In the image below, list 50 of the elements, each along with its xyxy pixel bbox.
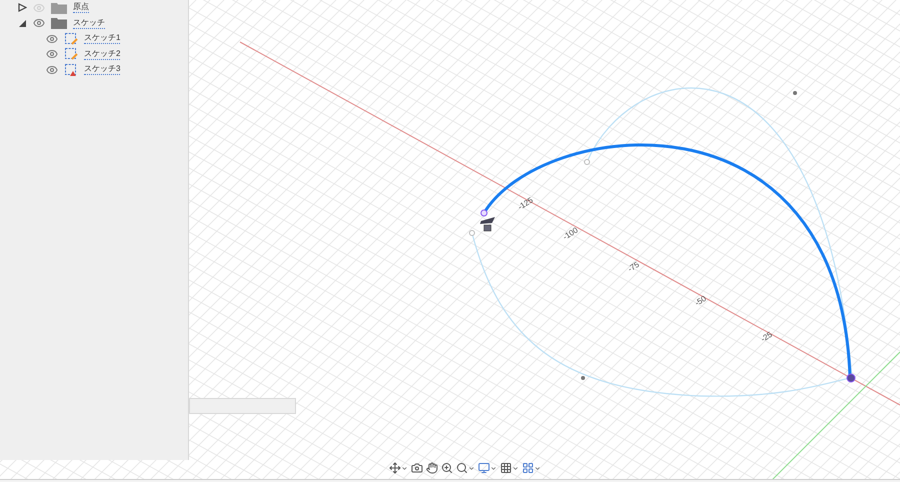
- toolbar-button[interactable]: [389, 462, 408, 474]
- point-marker: [793, 91, 797, 95]
- tree-item-label[interactable]: スケッチ1: [84, 33, 120, 44]
- layout-grid-icon: [522, 462, 534, 474]
- camera-icon: [411, 462, 423, 474]
- eye-icon[interactable]: [46, 48, 58, 60]
- caret-icon: [512, 464, 519, 472]
- endpoint-marker: [480, 210, 488, 216]
- toolbar-button[interactable]: [426, 462, 438, 474]
- caret-icon: [401, 464, 408, 472]
- monitor-icon: [478, 462, 490, 474]
- axis-label: -75: [626, 260, 641, 274]
- expanded-triangle-icon[interactable]: [18, 18, 27, 28]
- toolbar-button[interactable]: [478, 462, 497, 474]
- sketch-icon: [64, 62, 78, 77]
- folder-icon: [51, 2, 67, 14]
- caret-icon: [490, 464, 497, 472]
- toolbar-button[interactable]: [500, 462, 519, 474]
- move-arrows-icon: [389, 462, 401, 474]
- endpoint-marker: [846, 374, 856, 382]
- toolbar-button[interactable]: [441, 462, 453, 474]
- caret-icon: [468, 464, 475, 472]
- folder-icon: [51, 17, 67, 30]
- axis-label: -100: [561, 226, 580, 242]
- eye-icon[interactable]: [46, 64, 58, 76]
- sketch-icon: [64, 47, 78, 62]
- search-icon: [456, 462, 468, 474]
- axis-label: -25: [759, 330, 774, 344]
- eye-icon[interactable]: [46, 32, 58, 45]
- point-marker: [469, 230, 475, 236]
- grid-icon: [500, 462, 512, 474]
- tree-item-label[interactable]: スケッチ2: [84, 48, 120, 60]
- eye-icon[interactable]: [33, 17, 45, 30]
- constraint-icon: [480, 217, 495, 232]
- caret-icon: [534, 464, 541, 472]
- axis-label: -125: [516, 196, 535, 212]
- toolbar-button[interactable]: [456, 462, 475, 474]
- tree-item-label[interactable]: スケッチ3: [84, 64, 120, 76]
- point-marker: [581, 376, 585, 380]
- hand-icon: [426, 462, 438, 474]
- collapsed-triangle-icon[interactable]: [18, 3, 27, 12]
- scroll-bar[interactable]: [189, 398, 296, 414]
- zoom-in-icon: [441, 462, 453, 474]
- toolbar-button[interactable]: [522, 462, 541, 474]
- tree-item-label[interactable]: 原点: [73, 2, 89, 14]
- axis-label: -50: [693, 294, 708, 308]
- toolbar-button[interactable]: [411, 462, 423, 474]
- sketch-icon: [64, 32, 78, 46]
- point-marker: [584, 159, 590, 165]
- tree-item-label[interactable]: スケッチ: [73, 18, 105, 29]
